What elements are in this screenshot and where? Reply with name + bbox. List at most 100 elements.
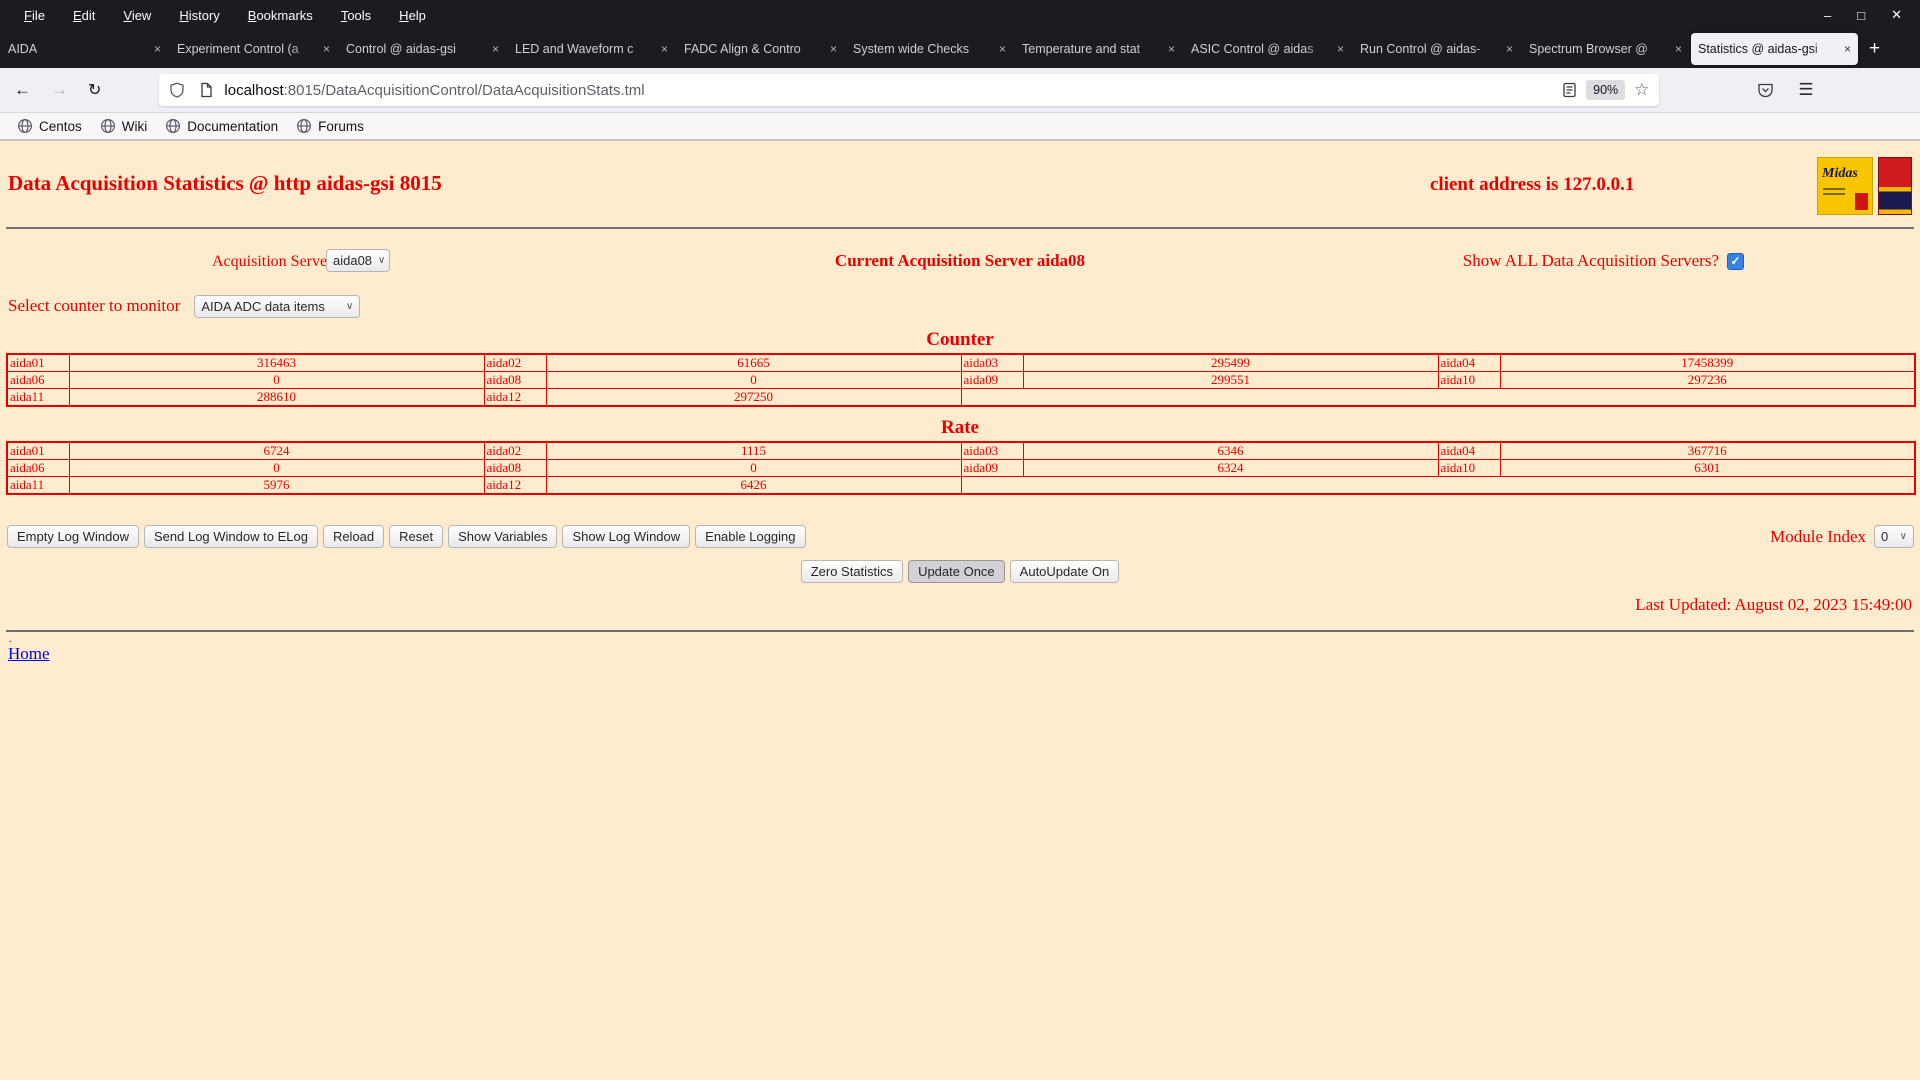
tab-aida[interactable]: AIDA × — [1, 33, 168, 65]
reload-button[interactable]: Reload — [322, 525, 385, 548]
reader-view-icon[interactable] — [1562, 82, 1577, 98]
bookmark-label: Forums — [318, 118, 364, 134]
counter-value-cell: 297236 — [1499, 371, 1916, 389]
bookmark-documentation[interactable]: Documentation — [156, 118, 287, 134]
tab-close-icon[interactable]: × — [154, 42, 161, 56]
maximize-button[interactable]: □ — [1857, 8, 1865, 23]
experiment-logo — [1878, 157, 1912, 215]
menu-bookmarks[interactable]: Bookmarks — [234, 8, 327, 23]
counter-value-cell: 288610 — [68, 388, 485, 407]
address-bar[interactable]: localhost:8015/DataAcquisitionControl/Da… — [159, 74, 1660, 106]
rate-row: aida06 0 aida08 0 aida09 6324 aida10 6301 — [6, 459, 1916, 477]
menu-history[interactable]: History — [165, 8, 233, 23]
tab-run-control-aidas[interactable]: Run Control @ aidas- × — [1353, 33, 1520, 65]
show-all-checkbox[interactable]: ✓ — [1727, 252, 1744, 270]
counter-value-cell: 0 — [68, 371, 485, 389]
pocket-icon[interactable] — [1757, 82, 1774, 99]
rate-name-cell: aida10 — [1437, 459, 1501, 477]
forward-icon: → — [51, 80, 68, 99]
menu-tools[interactable]: Tools — [327, 8, 385, 23]
tab-temperature-and-stat[interactable]: Temperature and stat × — [1015, 33, 1182, 65]
shield-icon[interactable] — [169, 82, 185, 98]
rate-name-cell: aida08 — [483, 459, 547, 477]
counter-name-cell: aida09 — [960, 371, 1024, 389]
tab-close-icon[interactable]: × — [492, 42, 499, 56]
tab-fadc-align-contro[interactable]: FADC Align & Contro × — [677, 33, 844, 65]
menu-hamburger-icon[interactable]: ☰ — [1798, 80, 1813, 100]
rate-row: aida11 5976 aida12 6426 — [6, 476, 1916, 495]
bookmark-centos[interactable]: Centos — [8, 118, 91, 134]
send-log-window-to-elog-button[interactable]: Send Log Window to ELog — [144, 525, 318, 548]
select-counter-label: Select counter to monitor — [8, 296, 181, 315]
tab-led-and-waveform-c[interactable]: LED and Waveform c × — [508, 33, 675, 65]
home-link[interactable]: Home — [8, 644, 50, 664]
rate-value-cell: 5976 — [68, 476, 485, 495]
show-all-label: Show ALL Data Acquisition Servers? — [1462, 251, 1719, 270]
reset-button[interactable]: Reset — [389, 525, 444, 548]
tab-close-icon[interactable]: × — [1675, 42, 1682, 56]
globe-icon — [166, 118, 181, 134]
bookmark-label: Wiki — [121, 118, 148, 134]
counter-row: aida01 316463 aida02 61665 aida03 295499 aida0… — [6, 353, 1916, 372]
show-variables-button[interactable]: Show Variables — [448, 525, 558, 548]
show-log-window-button[interactable]: Show Log Window — [562, 525, 691, 548]
new-tab-button[interactable]: + — [1869, 38, 1880, 60]
counter-name-cell: aida04 — [1437, 353, 1501, 372]
tab-statistics-aidas-gsi[interactable]: Statistics @ aidas-gsi × — [1691, 33, 1858, 65]
module-index-group: Module Index 0 ∨ — [1770, 525, 1914, 548]
tab-close-icon[interactable]: × — [1844, 42, 1851, 56]
autoupdate-on-button[interactable]: AutoUpdate On — [1009, 560, 1120, 583]
tab-control-aidas-gsi[interactable]: Control @ aidas-gsi × — [339, 33, 506, 65]
zero-statistics-button[interactable]: Zero Statistics — [800, 560, 904, 583]
menu-view[interactable]: View — [109, 8, 165, 23]
tab-close-icon[interactable]: × — [661, 42, 668, 56]
log-buttons-group: Empty Log Window Send Log Window to ELog R… — [7, 525, 806, 548]
close-button[interactable]: ✕ — [1891, 7, 1902, 23]
tab-label: Control @ aidas-gsi — [346, 42, 456, 56]
midas-logo: Midas — [1817, 157, 1873, 215]
counter-name-cell: aida03 — [960, 353, 1024, 372]
empty-cell — [960, 476, 1916, 495]
counter-monitor-select[interactable]: AIDA ADC data items ∨ — [194, 294, 361, 318]
page-info-icon[interactable] — [198, 82, 214, 98]
tab-close-icon[interactable]: × — [1337, 42, 1344, 56]
tab-close-icon[interactable]: × — [999, 42, 1006, 56]
tab-close-icon[interactable]: × — [1168, 42, 1175, 56]
tab-spectrum-browser[interactable]: Spectrum Browser @ × — [1522, 33, 1689, 65]
tab-close-icon[interactable]: × — [1506, 42, 1513, 56]
zoom-level-badge[interactable]: 90% — [1586, 80, 1626, 100]
tab-asic-control-aidas[interactable]: ASIC Control @ aidas × — [1184, 33, 1351, 65]
counter-monitor-value: AIDA ADC data items — [201, 298, 325, 314]
tab-strip: AIDA × Experiment Control (a × Control @ aid… — [0, 33, 1859, 65]
update-once-button[interactable]: Update Once — [908, 560, 1005, 583]
menu-bar: File Edit View History Bookmarks Tools Help — [0, 8, 440, 23]
menu-edit[interactable]: Edit — [59, 8, 109, 23]
bookmark-wiki[interactable]: Wiki — [91, 118, 157, 134]
tab-experiment-control-a[interactable]: Experiment Control (a × — [170, 33, 337, 65]
actions-row: Empty Log Window Send Log Window to ELog R… — [0, 525, 1920, 551]
rate-value-cell: 6324 — [1022, 459, 1439, 477]
bookmark-forums[interactable]: Forums — [287, 118, 373, 134]
navigation-toolbar: ← → ↻ localhost:8015/DataAcquisitionCont… — [0, 68, 1920, 113]
counter-name-cell: aida11 — [6, 388, 70, 407]
menu-help[interactable]: Help — [385, 8, 440, 23]
bookmarks-toolbar: Centos Wiki Documentation Forums — [0, 113, 1920, 141]
midas-logo-decoration — [1823, 188, 1845, 190]
logos: Midas — [1817, 157, 1912, 215]
counter-value-cell: 299551 — [1022, 371, 1439, 389]
globe-icon — [100, 118, 115, 134]
tab-system-wide-checks[interactable]: System wide Checks × — [846, 33, 1013, 65]
enable-logging-button[interactable]: Enable Logging — [695, 525, 806, 548]
reload-icon[interactable]: ↻ — [88, 80, 101, 100]
bookmark-star-icon[interactable]: ☆ — [1634, 80, 1649, 100]
minimize-button[interactable]: – — [1824, 8, 1831, 23]
menu-file[interactable]: File — [10, 8, 59, 23]
tab-close-icon[interactable]: × — [323, 42, 330, 56]
tab-close-icon[interactable]: × — [830, 42, 837, 56]
globe-icon — [297, 118, 312, 134]
back-icon[interactable]: ← — [14, 80, 31, 100]
divider — [6, 227, 1914, 229]
empty-log-window-button[interactable]: Empty Log Window — [7, 525, 139, 548]
module-index-select[interactable]: 0 ∨ — [1874, 525, 1914, 548]
rate-value-cell: 367716 — [1499, 441, 1916, 460]
